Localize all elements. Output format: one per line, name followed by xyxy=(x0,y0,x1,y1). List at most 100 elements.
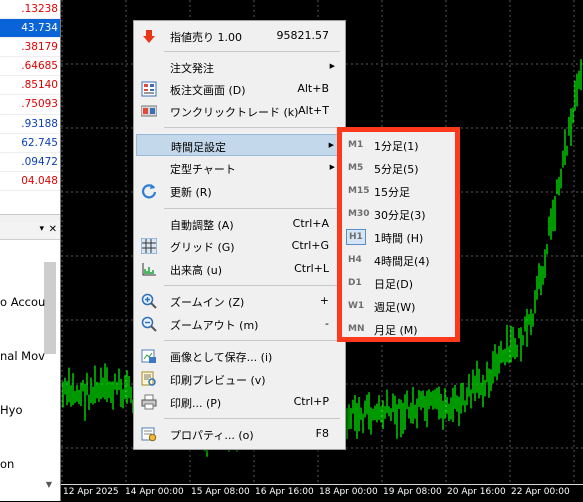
timeframe-label: 15分足 xyxy=(374,186,410,199)
timeframe-item-m5[interactable]: M5 5分足(5) xyxy=(342,157,455,180)
price-cell[interactable]: .75093 xyxy=(0,95,60,115)
timeframe-icon: H4 xyxy=(348,255,362,265)
menu-item-shortcut: Ctrl+L xyxy=(294,262,329,275)
chevron-down-icon[interactable]: ▾ xyxy=(39,224,44,234)
menu-item-properties[interactable]: プロパティ... (o) F8 xyxy=(136,423,343,445)
menu-item-grid[interactable]: グリッド (G) Ctrl+G xyxy=(136,235,343,257)
timeframe-icon: M1 xyxy=(348,140,364,150)
timeframe-item-w1[interactable]: W1 週足(W) xyxy=(342,295,455,318)
menu-item-shortcut: Alt+B xyxy=(297,82,329,95)
price-cell[interactable]: 43.734 xyxy=(0,19,60,39)
navigator-item[interactable]: nal Mov xyxy=(0,349,45,363)
timeframe-item-m1[interactable]: M1 1分足(1) xyxy=(342,134,455,157)
menu-item-depth-of-market[interactable]: 板注文画面 (D) Alt+B xyxy=(136,78,343,100)
timeframe-icon: M15 xyxy=(348,186,370,196)
timeframe-label: 1分足(1) xyxy=(374,140,419,153)
timeframe-item-h4[interactable]: H4 4時間足(4) xyxy=(342,249,455,272)
navigator-header: ▾ ✕ xyxy=(0,222,60,240)
print-preview-icon xyxy=(141,371,156,386)
menu-item-zoom-out[interactable]: ズームアウト (m) - xyxy=(136,313,343,335)
price-cell[interactable]: .64685 xyxy=(0,57,60,77)
time-tick: 12 Apr 2025 xyxy=(63,487,119,497)
menu-item-shortcut: - xyxy=(325,317,329,330)
menu-item-refresh[interactable]: 更新 (R) xyxy=(136,180,343,202)
menu-item-save-as-picture[interactable]: 画像として保存... (i) xyxy=(136,345,343,367)
time-tick: 19 Apr 08:00 xyxy=(383,487,442,497)
menu-item-volumes[interactable]: 出来高 (u) Ctrl+L xyxy=(136,258,343,280)
menu-item-label: 印刷プレビュー (v) xyxy=(170,374,266,387)
time-tick: 20 Apr 16:00 xyxy=(447,487,506,497)
price-cell[interactable]: .93188 xyxy=(0,115,60,134)
timeframe-submenu: M1 1分足(1) M5 5分足(5) M15 15分足 M30 30分足(3)… xyxy=(342,132,455,337)
properties-icon xyxy=(141,427,157,442)
sell-arrow-icon xyxy=(143,30,155,43)
time-tick: 22 Apr 00:00 xyxy=(511,487,570,497)
close-icon[interactable]: ✕ xyxy=(49,224,57,235)
menu-separator xyxy=(164,51,340,52)
menu-separator xyxy=(164,285,340,286)
menu-item-shortcut: Alt+T xyxy=(298,104,329,117)
menu-item-label: 指値売り 1.00 xyxy=(170,31,242,44)
price-cell[interactable]: 62.745 xyxy=(0,134,60,153)
menu-item-label: プロパティ... (o) xyxy=(170,429,254,442)
menu-item-label: 画像として保存... (i) xyxy=(170,351,273,364)
time-tick: 15 Apr 08:00 xyxy=(191,487,250,497)
timeframe-item-m15[interactable]: M15 15分足 xyxy=(342,180,455,203)
time-tick: 18 Apr 00:00 xyxy=(319,487,378,497)
menu-item-timeframes[interactable]: 時間足設定 ▶ xyxy=(136,134,343,156)
timeframe-item-m30[interactable]: M30 30分足(3) xyxy=(342,203,455,226)
menu-item-value: 95821.57 xyxy=(276,29,330,42)
navigator-item[interactable]: Hyo xyxy=(0,403,23,417)
timeframe-icon: M30 xyxy=(348,209,370,219)
timeframe-label: 週足(W) xyxy=(374,301,416,314)
price-cell[interactable]: .85140 xyxy=(0,76,60,96)
menu-separator xyxy=(164,208,340,209)
zoom-in-icon xyxy=(141,293,157,309)
timeframe-label: 1時間 (H) xyxy=(374,232,424,245)
scrollbar-thumb[interactable] xyxy=(44,262,56,354)
timeframe-item-h1[interactable]: H1 1時間 (H) xyxy=(342,226,455,249)
timeframe-icon: M5 xyxy=(348,163,364,173)
menu-item-label: ワンクリックトレード (k) xyxy=(170,106,299,119)
menu-separator xyxy=(164,418,340,419)
timeframe-label: 日足(D) xyxy=(374,278,414,291)
time-tick: 14 Apr 00:00 xyxy=(125,487,184,497)
timeframe-item-d1[interactable]: D1 日足(D) xyxy=(342,272,455,295)
menu-item-templates[interactable]: 定型チャート ▶ xyxy=(136,157,343,179)
price-cell[interactable]: .13238 xyxy=(0,0,60,20)
menu-item-autoscroll[interactable]: 自動調整 (A) Ctrl+A xyxy=(136,213,343,235)
menu-item-label: 自動調整 (A) xyxy=(170,219,234,232)
menu-item-label: ズームイン (Z) xyxy=(170,296,245,309)
menu-item-sell-limit[interactable]: 指値売り 1.00 95821.57 xyxy=(136,25,343,47)
price-cell[interactable]: 04.048 xyxy=(0,172,60,191)
menu-item-label: グリッド (G) xyxy=(170,241,235,254)
menu-item-label: 定型チャート xyxy=(170,163,236,176)
menu-item-new-order[interactable]: 注文発注 ▶ xyxy=(136,56,343,78)
menu-item-print-preview[interactable]: 印刷プレビュー (v) xyxy=(136,368,343,390)
price-cell[interactable]: .38179 xyxy=(0,38,60,58)
menu-separator xyxy=(164,340,340,341)
navigator-item[interactable]: o Accou xyxy=(0,295,45,309)
time-tick: 16 Apr 16:00 xyxy=(255,487,314,497)
chevron-down-icon[interactable]: ▼ xyxy=(46,480,52,489)
refresh-icon xyxy=(141,184,157,199)
timeframe-icon: W1 xyxy=(348,301,365,311)
menu-item-label: 更新 (R) xyxy=(170,186,212,199)
timeframe-item-mn[interactable]: MN 月足 (M) xyxy=(342,318,455,341)
menu-item-zoom-in[interactable]: ズームイン (Z) + xyxy=(136,290,343,312)
submenu-arrow-icon: ▶ xyxy=(329,62,335,70)
price-cell[interactable]: .09472 xyxy=(0,153,60,172)
grid-icon xyxy=(141,238,157,254)
menu-item-label: 印刷... (P) xyxy=(170,397,222,410)
menu-item-label: 出来高 (u) xyxy=(170,264,223,277)
market-watch-prices: .13238 43.734 .38179 .64685 .85140 .7509… xyxy=(0,0,60,191)
print-icon xyxy=(141,394,157,410)
navigator-item[interactable]: on xyxy=(0,457,14,471)
menu-item-print[interactable]: 印刷... (P) Ctrl+P xyxy=(136,391,343,413)
menu-item-one-click-trading[interactable]: ワンクリックトレード (k) Alt+T xyxy=(136,100,343,122)
zoom-out-icon xyxy=(141,316,157,332)
left-panel: .13238 43.734 .38179 .64685 .85140 .7509… xyxy=(0,0,61,501)
timeframe-icon: MN xyxy=(348,324,365,334)
chart-context-menu: 指値売り 1.00 95821.57 注文発注 ▶ 板注文画面 (D) Alt+… xyxy=(133,20,346,450)
timeframe-icon: H1 xyxy=(346,229,366,245)
